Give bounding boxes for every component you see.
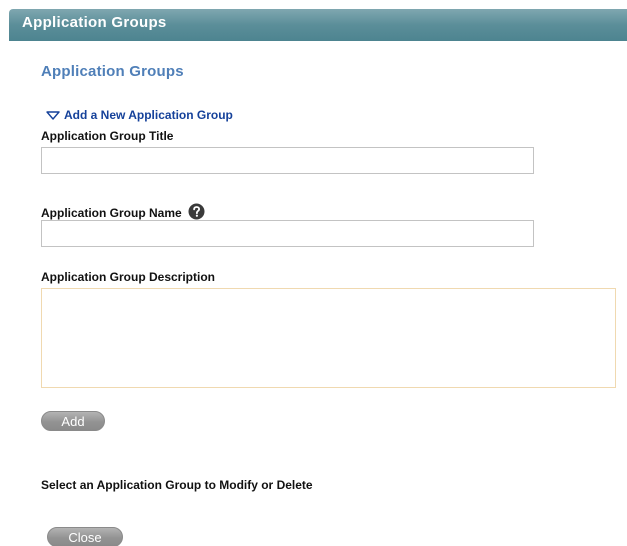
question-circle-icon[interactable] [188,203,205,220]
add-application-group-toggle-label: Add a New Application Group [64,108,233,122]
section-heading: Application Groups [41,63,184,80]
application-group-title-input[interactable] [41,147,534,174]
add-button[interactable]: Add [41,411,105,431]
application-groups-page: Application Groups Application Groups Ad… [0,0,627,546]
application-group-name-input[interactable] [41,220,534,247]
application-group-description-textarea[interactable] [41,288,616,388]
application-group-description-label: Application Group Description [41,270,216,284]
select-prompt: Select an Application Group to Modify or… [41,478,313,492]
triangle-down-icon [46,110,60,120]
application-group-name-label-row: Application Group Name [41,203,205,220]
application-group-title-label: Application Group Title [41,129,174,143]
header-title: Application Groups [22,14,167,31]
add-application-group-toggle[interactable]: Add a New Application Group [46,108,233,122]
close-button[interactable]: Close [47,527,123,546]
application-group-name-label: Application Group Name [41,206,182,220]
